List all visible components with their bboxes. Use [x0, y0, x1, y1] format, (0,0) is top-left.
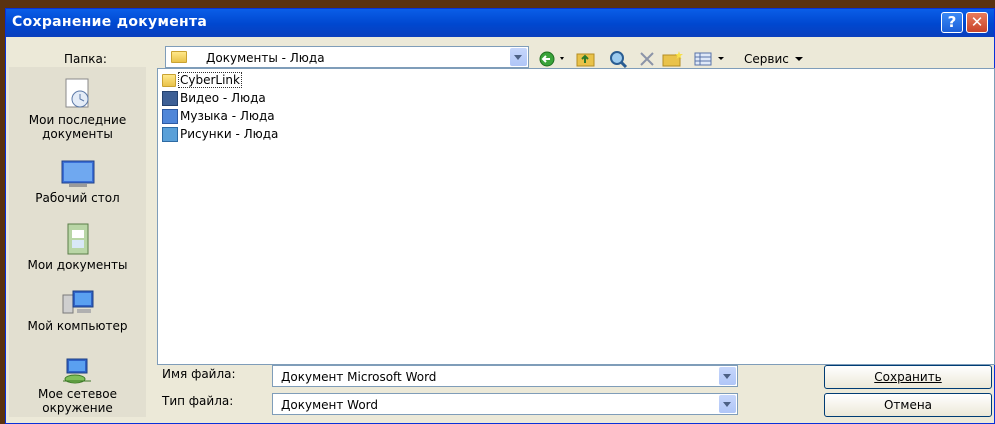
- pictures-folder-icon: [162, 127, 178, 142]
- tools-chevron-icon: [795, 57, 803, 61]
- file-name: CyberLink: [178, 72, 242, 88]
- new-folder-icon[interactable]: [662, 50, 684, 68]
- delete-icon[interactable]: [638, 50, 656, 68]
- my-documents-icon: [67, 223, 88, 255]
- back-icon[interactable]: [538, 50, 568, 68]
- save-button-label: Сохранить: [874, 370, 942, 384]
- my-computer-icon: [62, 290, 93, 314]
- folder-icon: [162, 74, 176, 87]
- chevron-down-icon[interactable]: [719, 395, 736, 413]
- dialog-title: Сохранение документа: [12, 14, 208, 30]
- chevron-down-icon[interactable]: [510, 48, 527, 66]
- list-item[interactable]: Рисунки - Люда: [162, 126, 278, 142]
- save-dialog: Сохранение документа ? ✕ Папка: Документ…: [5, 8, 995, 424]
- list-item[interactable]: Музыка - Люда: [162, 108, 275, 124]
- place-label: Мое сетевое окружение: [37, 387, 118, 415]
- place-label: Мои документы: [27, 258, 128, 272]
- recent-documents-icon: [65, 78, 88, 108]
- folder-select[interactable]: Документы - Люда: [165, 46, 529, 68]
- search-web-icon[interactable]: [609, 50, 629, 68]
- places-bar: Мои последние документы Рабочий стол Мои…: [9, 67, 146, 417]
- place-desktop[interactable]: Рабочий стол: [9, 159, 146, 205]
- help-button[interactable]: ?: [941, 12, 963, 33]
- video-folder-icon: [162, 91, 178, 106]
- chevron-down-icon[interactable]: [719, 367, 736, 385]
- place-label: Рабочий стол: [35, 191, 120, 205]
- views-icon[interactable]: [694, 50, 728, 68]
- file-name: Рисунки - Люда: [180, 127, 279, 141]
- network-places-icon: [62, 358, 91, 384]
- filename-input[interactable]: Документ Microsoft Word: [272, 365, 738, 387]
- tools-menu[interactable]: Сервис: [744, 52, 789, 66]
- save-button[interactable]: Сохранить: [824, 365, 992, 389]
- close-button[interactable]: ✕: [966, 12, 988, 33]
- place-label: Мой компьютер: [27, 319, 128, 333]
- list-item[interactable]: Видео - Люда: [162, 90, 266, 106]
- place-label: Мои последние документы: [28, 113, 127, 141]
- up-folder-icon[interactable]: [576, 50, 596, 68]
- place-my-documents[interactable]: Мои документы: [9, 222, 146, 272]
- filetype-label: Тип файла:: [162, 394, 234, 408]
- filetype-select[interactable]: Документ Word: [272, 393, 738, 415]
- place-recent-documents[interactable]: Мои последние документы: [9, 77, 146, 141]
- filename-value: Документ Microsoft Word: [281, 370, 437, 384]
- file-list[interactable]: CyberLink Видео - Люда Музыка - Люда Рис…: [157, 68, 995, 365]
- filename-label: Имя файла:: [162, 367, 236, 381]
- desktop-icon: [61, 160, 94, 187]
- place-my-computer[interactable]: Мой компьютер: [9, 289, 146, 333]
- list-item[interactable]: CyberLink: [162, 72, 242, 88]
- folder-select-value: Документы - Люда: [206, 51, 325, 65]
- title-bar: Сохранение документа ? ✕: [6, 9, 994, 37]
- filetype-value: Документ Word: [281, 398, 378, 412]
- place-network[interactable]: Мое сетевое окружение: [9, 357, 146, 415]
- folder-label: Папка:: [64, 52, 107, 66]
- file-name: Видео - Люда: [180, 91, 266, 105]
- music-folder-icon: [162, 109, 178, 124]
- folder-icon: [171, 51, 187, 63]
- cancel-button[interactable]: Отмена: [824, 393, 992, 417]
- file-name: Музыка - Люда: [180, 109, 275, 123]
